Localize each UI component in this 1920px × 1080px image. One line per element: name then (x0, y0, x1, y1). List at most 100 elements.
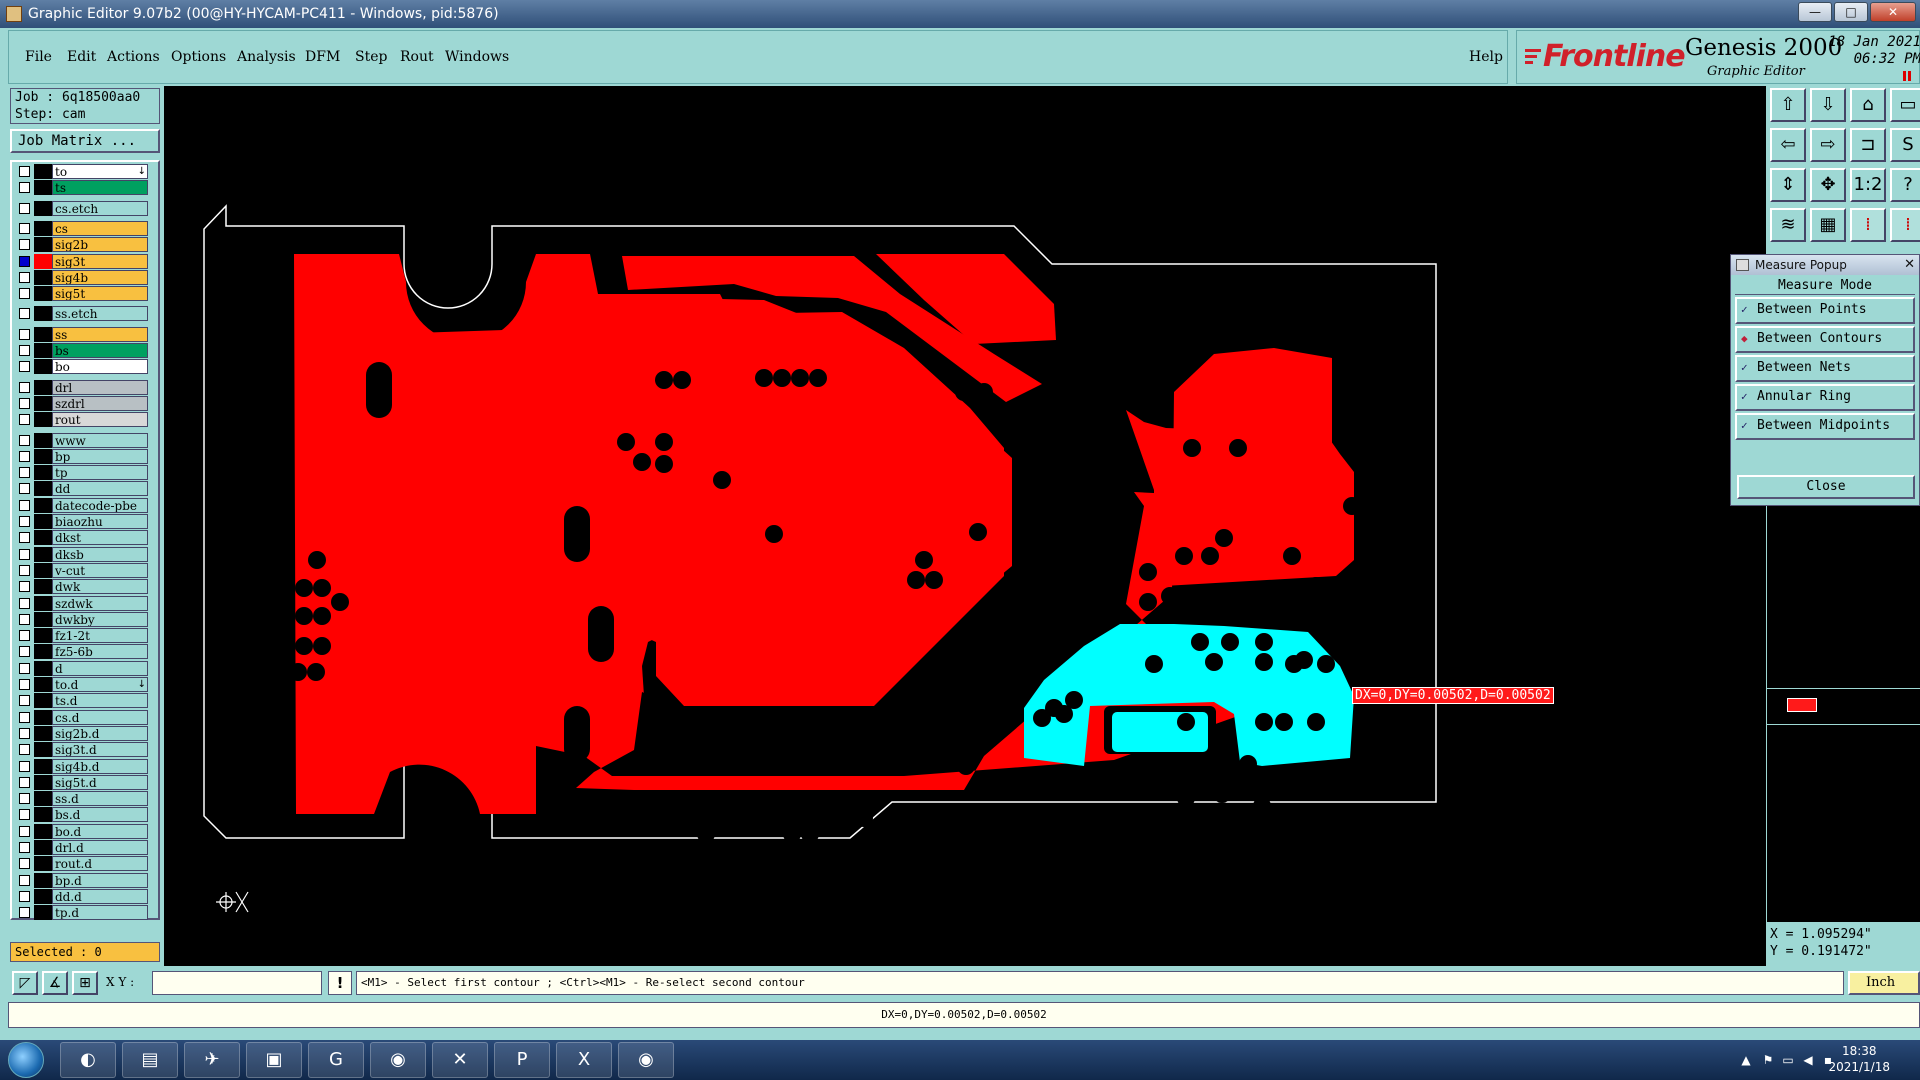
layer-checkbox[interactable] (19, 483, 30, 495)
layer-checkbox[interactable] (19, 255, 30, 267)
layer-name[interactable]: drl (52, 379, 148, 395)
measure-mode-option[interactable]: ✓ Annular Ring (1735, 384, 1915, 411)
popup-close-icon[interactable]: ✕ (1904, 255, 1915, 275)
layer-affected-indicator[interactable] (34, 448, 52, 464)
layer-checkbox[interactable] (19, 381, 30, 393)
layer-checkbox[interactable] (19, 809, 30, 821)
layer-checkbox[interactable] (19, 182, 30, 194)
taskbar-app-x-icon[interactable]: ✕ (432, 1042, 488, 1078)
layer-name[interactable]: dwk (52, 579, 148, 595)
layer-name[interactable]: sig5t.d (52, 774, 148, 790)
layer-checkbox[interactable] (19, 397, 30, 409)
layer-checkbox[interactable] (19, 166, 30, 177)
menu-options[interactable]: Options (171, 49, 226, 65)
layer-checkbox[interactable] (19, 679, 30, 690)
layer-name[interactable]: v-cut (52, 562, 148, 578)
layer-name[interactable]: bs (52, 343, 148, 358)
menu-help[interactable]: Help (1469, 49, 1503, 65)
menu-actions[interactable]: Actions (107, 49, 160, 65)
layer-row[interactable]: dkst (16, 530, 156, 546)
toolbar-zoom-vert-icon[interactable]: ⇕ (1770, 168, 1806, 202)
layer-checkbox[interactable] (19, 434, 30, 446)
layer-row[interactable]: cs.etch (16, 200, 156, 216)
layer-affected-indicator[interactable] (34, 497, 52, 513)
layer-affected-indicator[interactable] (34, 774, 52, 790)
layer-checkbox[interactable] (19, 532, 30, 544)
layer-affected-indicator[interactable] (34, 164, 52, 179)
layer-affected-indicator[interactable] (34, 286, 52, 302)
layer-affected-indicator[interactable] (34, 611, 52, 627)
layer-name[interactable]: sig2b (52, 237, 148, 253)
layer-row[interactable]: sig3t.d (16, 742, 156, 758)
taskbar-app-bird-icon[interactable]: ✈ (184, 1042, 240, 1078)
layer-affected-indicator[interactable] (34, 791, 52, 807)
layer-affected-indicator[interactable] (34, 840, 52, 855)
layer-checkbox[interactable] (19, 793, 30, 805)
layer-checkbox[interactable] (19, 613, 30, 625)
layer-row[interactable]: cs.d (16, 709, 156, 725)
layer-row[interactable]: drl (16, 379, 156, 395)
taskbar-app-p-icon[interactable]: P (494, 1042, 550, 1078)
layer-checkbox[interactable] (19, 414, 30, 426)
layer-checkbox[interactable] (19, 450, 30, 462)
layer-name[interactable]: fz1-2t (52, 628, 148, 644)
layer-row[interactable]: dd (16, 481, 156, 497)
layer-row[interactable]: szdrl (16, 395, 156, 411)
layer-name[interactable]: bo (52, 359, 148, 375)
layer-affected-indicator[interactable] (34, 562, 52, 578)
layer-name[interactable]: sig3t (52, 253, 148, 269)
layer-checkbox[interactable] (19, 328, 30, 340)
layer-row[interactable]: ss.d (16, 791, 156, 807)
layer-checkbox[interactable] (19, 345, 30, 356)
layer-checkbox[interactable] (19, 890, 30, 902)
menu-rout[interactable]: Rout (400, 49, 434, 65)
layer-checkbox[interactable] (19, 499, 30, 511)
layer-row[interactable]: cs (16, 220, 156, 236)
snap-mode-icon[interactable]: ◸ (12, 971, 38, 995)
layer-name[interactable]: dkst (52, 530, 148, 546)
layer-name[interactable]: dd.d (52, 888, 148, 904)
layer-row[interactable]: sig5t (16, 286, 156, 302)
exclaim-button[interactable]: ! (328, 971, 352, 995)
layer-row[interactable]: sig4b.d (16, 758, 156, 774)
layer-row[interactable]: ts (16, 180, 156, 196)
layer-affected-indicator[interactable] (34, 823, 52, 839)
menu-dfm[interactable]: DFM (305, 49, 340, 65)
layer-row[interactable]: d (16, 660, 156, 676)
grid-snap-icon[interactable]: ⊞ (72, 971, 98, 995)
layer-row[interactable]: bp.d (16, 872, 156, 888)
layer-affected-indicator[interactable] (34, 465, 52, 481)
layer-checkbox[interactable] (19, 858, 30, 870)
layer-row[interactable]: bs.d (16, 807, 156, 823)
layer-affected-indicator[interactable] (34, 579, 52, 595)
toolbar-measure-icon[interactable]: ⁞ (1890, 208, 1920, 242)
title-bar[interactable]: Graphic Editor 9.07b2 (00@HY-HYCAM-PC411… (0, 0, 1920, 28)
layer-checkbox[interactable] (19, 288, 30, 300)
units-selector[interactable]: Inch (1848, 971, 1920, 995)
layer-affected-indicator[interactable] (34, 595, 52, 611)
layer-row[interactable]: ts.d (16, 693, 156, 709)
layer-affected-indicator[interactable] (34, 725, 52, 741)
layer-row[interactable]: dwkby (16, 611, 156, 627)
layer-row[interactable]: sig3t (16, 253, 156, 269)
tray-flag-icon[interactable]: ⚑ (1760, 1052, 1776, 1068)
layer-checkbox[interactable] (19, 222, 30, 234)
toolbar-download-icon[interactable]: ⇩ (1810, 88, 1846, 122)
layer-checkbox[interactable] (19, 361, 30, 373)
layer-name[interactable]: sig4b (52, 269, 148, 285)
layer-name[interactable]: sig4b.d (52, 758, 148, 774)
popup-close-button[interactable]: Close (1737, 475, 1915, 499)
measure-mode-option[interactable]: ✓ Between Points (1735, 297, 1915, 324)
layer-name[interactable]: rout.d (52, 856, 148, 872)
angle-mode-icon[interactable]: ∡ (42, 971, 68, 995)
layer-affected-indicator[interactable] (34, 379, 52, 395)
layer-name[interactable]: tp (52, 465, 148, 481)
layer-checkbox[interactable] (19, 630, 30, 642)
layer-checkbox[interactable] (19, 239, 30, 251)
layer-name[interactable]: bo.d (52, 823, 148, 839)
layer-checkbox[interactable] (19, 308, 30, 320)
xy-input[interactable] (152, 971, 322, 995)
layer-checkbox[interactable] (19, 727, 30, 739)
layer-name[interactable]: szdwk (52, 595, 148, 611)
layer-row[interactable]: tp (16, 465, 156, 481)
